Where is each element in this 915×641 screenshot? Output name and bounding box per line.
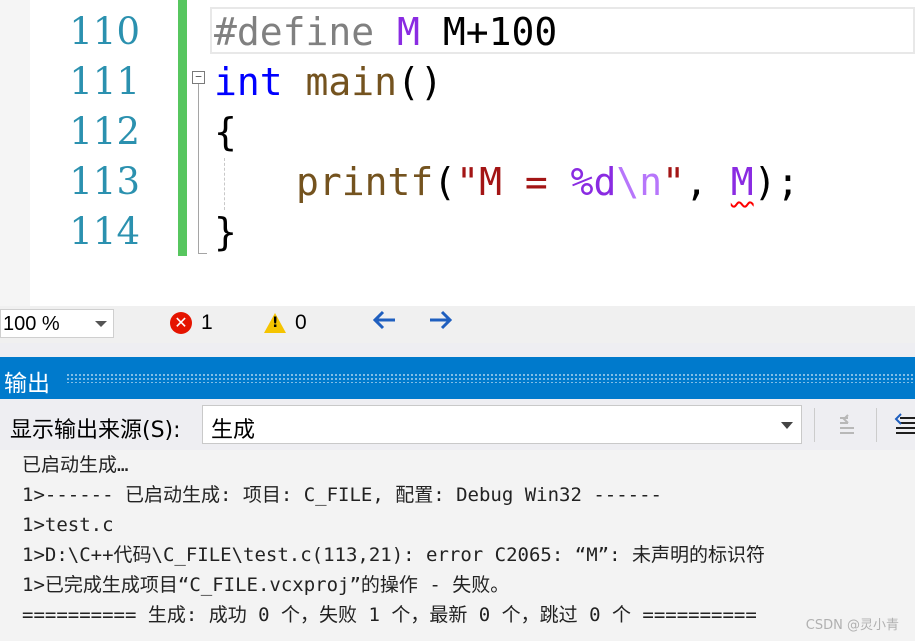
fold-region-end bbox=[198, 253, 207, 254]
toolbar-separator bbox=[876, 408, 877, 442]
parens: () bbox=[397, 60, 443, 104]
output-source-value: 生成 bbox=[211, 418, 256, 443]
open-paren: ( bbox=[433, 160, 457, 204]
indent-guide bbox=[224, 158, 225, 210]
close-brace: } bbox=[214, 210, 237, 254]
format-specifier: %d bbox=[570, 160, 617, 204]
preprocessor-directive: #define bbox=[214, 10, 375, 54]
editor-margin bbox=[0, 0, 30, 306]
code-line-112[interactable]: { bbox=[214, 107, 237, 157]
output-line: 1>已完成生成项目“C_FILE.vcxproj”的操作 - 失败。 bbox=[22, 574, 510, 596]
warning-count[interactable]: 0 bbox=[295, 311, 307, 335]
change-tracking-bar bbox=[178, 0, 187, 256]
code-line-110[interactable]: #define M M+100 bbox=[214, 7, 557, 57]
keyword: int bbox=[214, 60, 283, 104]
line-number: 113 bbox=[69, 160, 140, 203]
code-line-113[interactable]: printf("M = %d\n", M); bbox=[296, 157, 799, 207]
warning-icon-mark: ! bbox=[272, 315, 279, 331]
chevron-down-icon bbox=[781, 422, 793, 429]
goto-source-icon bbox=[840, 414, 854, 434]
output-source-label: 显示输出来源(S): bbox=[10, 418, 181, 443]
chevron-down-icon bbox=[95, 321, 107, 327]
editor-status-bar bbox=[0, 306, 915, 343]
function-call: printf bbox=[296, 160, 434, 204]
string-quote-close: " bbox=[662, 160, 685, 204]
line-number: 112 bbox=[69, 110, 140, 153]
output-line: 已启动生成… bbox=[22, 454, 129, 476]
toolbar-separator bbox=[814, 408, 815, 442]
output-panel-title: 输出 bbox=[4, 371, 50, 397]
line-number: 114 bbox=[69, 210, 140, 253]
function-name: main bbox=[305, 60, 398, 104]
clear-all-icon bbox=[894, 413, 915, 434]
comma: , bbox=[685, 160, 731, 204]
clear-all-button[interactable] bbox=[888, 408, 915, 442]
zoom-dropdown[interactable]: 100 % bbox=[0, 309, 114, 338]
fold-region-line bbox=[198, 84, 199, 254]
error-icon[interactable]: ✕ bbox=[170, 312, 192, 334]
string-literal: M = bbox=[479, 160, 571, 204]
watermark: CSDN @灵小青 bbox=[805, 618, 899, 633]
close-paren-semicolon: ); bbox=[753, 160, 800, 204]
string-quote-open: " bbox=[456, 160, 480, 204]
code-line-111[interactable]: int main() bbox=[214, 57, 443, 107]
code-editor[interactable]: 110 111 112 113 114 − #define M M+100 in… bbox=[0, 0, 915, 306]
output-line: 1>test.c bbox=[22, 514, 114, 536]
output-source-dropdown[interactable]: 生成 bbox=[202, 405, 802, 444]
output-line: ========== 生成: 成功 0 个，失败 1 个，最新 0 个，跳过 0… bbox=[22, 604, 757, 626]
code-line-114[interactable]: } bbox=[214, 207, 237, 257]
zoom-value: 100 % bbox=[3, 313, 60, 335]
open-brace: { bbox=[214, 110, 237, 154]
line-number: 110 bbox=[69, 10, 140, 53]
error-identifier[interactable]: M bbox=[731, 160, 754, 204]
macro-name: M bbox=[397, 10, 420, 54]
collapse-icon[interactable]: − bbox=[192, 71, 205, 84]
output-line: 1>------ 已启动生成: 项目: C_FILE, 配置: Debug Wi… bbox=[22, 484, 662, 506]
find-message-in-code-button[interactable] bbox=[830, 408, 864, 442]
navigate-forward-icon[interactable] bbox=[428, 308, 454, 339]
navigate-back-icon[interactable] bbox=[371, 308, 397, 339]
line-number: 111 bbox=[69, 60, 140, 103]
escape-sequence: \n bbox=[616, 160, 663, 204]
error-count[interactable]: 1 bbox=[201, 311, 213, 335]
output-line: 1>D:\C++代码\C_FILE\test.c(113,21): error … bbox=[22, 544, 765, 566]
macro-body: M+100 bbox=[442, 10, 558, 54]
drag-handle[interactable] bbox=[66, 373, 915, 383]
panel-splitter[interactable] bbox=[0, 343, 915, 357]
